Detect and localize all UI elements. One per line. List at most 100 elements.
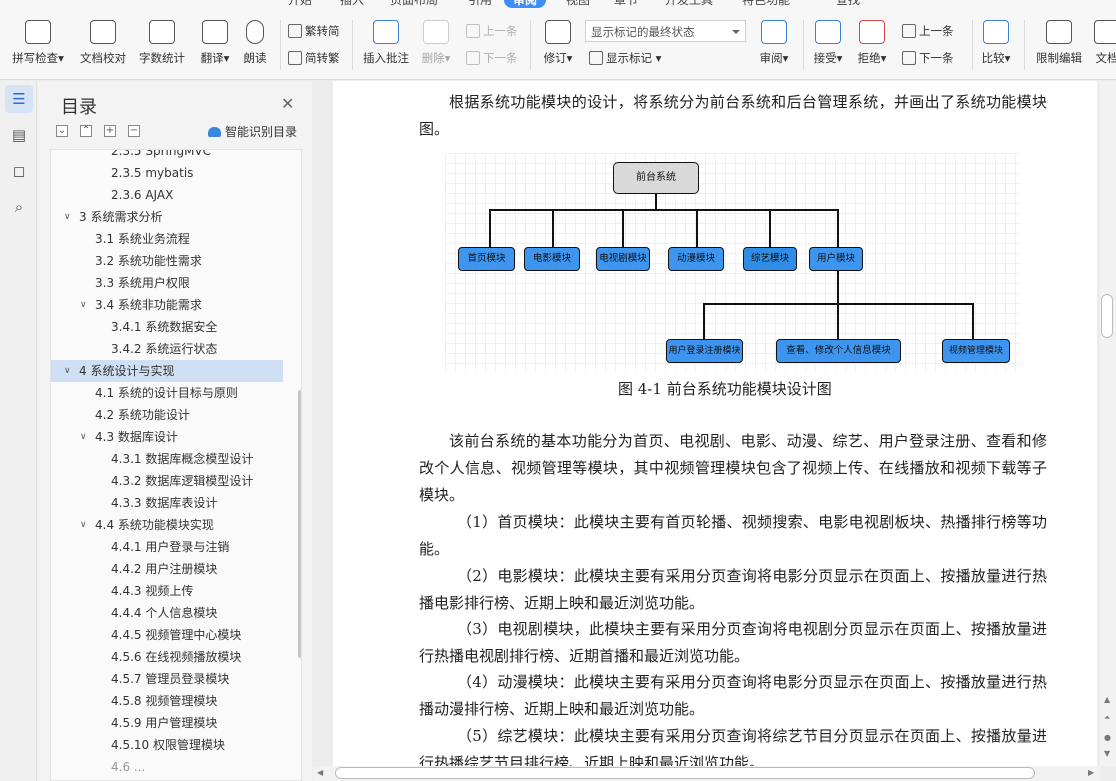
toc-item[interactable]: 3.1 系统业务流程: [51, 228, 283, 250]
toc-item[interactable]: 2.3.6 AJAX: [51, 184, 283, 206]
page-up-icon[interactable]: ▲: [1104, 695, 1110, 704]
vertical-scroll-thumb[interactable]: [1101, 294, 1113, 338]
toc-item[interactable]: 3.3 系统用户权限: [51, 272, 283, 294]
chevron-down-icon[interactable]: ∨: [64, 206, 71, 228]
tab-find[interactable]: 查找: [836, 0, 860, 8]
toc-item[interactable]: 4.4.2 用户注册模块: [51, 558, 283, 580]
select-object-icon[interactable]: ●: [1104, 733, 1111, 742]
separator: [1024, 20, 1025, 70]
markup-state-dropdown[interactable]: 显示标记的最终状态: [585, 20, 746, 42]
find-icon[interactable]: ⌕: [5, 193, 33, 221]
prev-comment-button[interactable]: 上一条: [466, 23, 518, 39]
simp-to-trad-button[interactable]: 简转繁: [288, 50, 340, 66]
horizontal-scrollbar[interactable]: ◀ ▶: [313, 766, 1100, 781]
read-aloud-button[interactable]: 朗读: [240, 20, 270, 72]
delete-comment-button[interactable]: 删除▾: [418, 20, 454, 72]
toc-item-selected[interactable]: ∨ 4 系统设计与实现: [51, 360, 283, 382]
close-icon[interactable]: ✕: [281, 94, 294, 113]
toc-item[interactable]: ∨ 4.4 系统功能模块实现: [51, 514, 283, 536]
toc-item[interactable]: 4.4.3 视频上传: [51, 580, 283, 602]
reject-icon: [859, 20, 885, 44]
chevron-down-icon[interactable]: ∨: [64, 360, 71, 382]
toc-item[interactable]: 4.5.9 用户管理模块: [51, 712, 283, 734]
connector-line: [696, 209, 698, 247]
chapter-icon[interactable]: ▤: [5, 121, 33, 149]
collapse-all-icon[interactable]: ⌄: [56, 125, 68, 137]
document-page[interactable]: 根据系统功能模块的设计，将系统分为前台系统和后台管理系统，并画出了系统功能模块图…: [333, 81, 1097, 766]
toc-title: 目录: [61, 97, 97, 118]
chevron-down-icon[interactable]: ∨: [80, 514, 87, 536]
review-button[interactable]: 审阅▾: [754, 20, 794, 72]
connector-line: [837, 271, 839, 304]
revise-button[interactable]: 修订▾: [538, 20, 578, 72]
toc-item[interactable]: 2.3.5 mybatis: [51, 162, 283, 184]
doc-proof-button[interactable]: 文档校对: [77, 20, 129, 72]
toc-scrollbar[interactable]: [298, 390, 301, 658]
tab-special[interactable]: 特色功能: [742, 0, 790, 8]
next-change-button[interactable]: 下一条: [902, 50, 954, 66]
toc-item[interactable]: 4.5.8 视频管理模块: [51, 690, 283, 712]
toc-item[interactable]: 4.2 系统功能设计: [51, 404, 283, 426]
ribbon-toolbar: 开始 插入 页面布局 引用 审阅 视图 章节 开发工具 特色功能 查找 拼写检查…: [0, 0, 1116, 80]
tab-developer[interactable]: 开发工具: [665, 0, 713, 8]
tab-review[interactable]: 审阅: [504, 0, 547, 8]
toc-item[interactable]: 4.3.3 数据库表设计: [51, 492, 283, 514]
comment-icon: [373, 20, 399, 44]
toc-item[interactable]: 3.4.1 系统数据安全: [51, 316, 283, 338]
toc-item[interactable]: 4.3.2 数据库逻辑模型设计: [51, 470, 283, 492]
toc-item[interactable]: 4.4.4 个人信息模块: [51, 602, 283, 624]
chevron-down-icon[interactable]: ∨: [80, 426, 87, 448]
translate-button[interactable]: 翻译▾: [195, 20, 235, 72]
toc-item[interactable]: 3.2 系统功能性需求: [51, 250, 283, 272]
restrict-edit-button[interactable]: 限制编辑: [1032, 20, 1086, 72]
toc-item[interactable]: 4.5.6 在线视频播放模块: [51, 646, 283, 668]
toc-item[interactable]: 4.3.1 数据库概念模型设计: [51, 448, 283, 470]
toc-icon[interactable]: ☰: [5, 85, 33, 113]
vertical-scrollbar[interactable]: ▲ ⏶ ● ▼: [1100, 81, 1116, 766]
spell-check-button[interactable]: 拼写检查▾: [8, 20, 68, 72]
scroll-left-icon[interactable]: ◀: [317, 768, 323, 777]
tab-chapter[interactable]: 章节: [614, 0, 638, 8]
accept-button[interactable]: 接受▾: [810, 20, 846, 72]
trad-to-simp-button[interactable]: 繁转简: [288, 23, 340, 39]
toc-item[interactable]: ∨ 3 系统需求分析: [51, 206, 283, 228]
add-heading-icon[interactable]: +: [104, 125, 116, 137]
compare-button[interactable]: 比较▾: [978, 20, 1014, 72]
toc-item[interactable]: 2.3.5 SpringMVC: [51, 150, 283, 162]
smart-toc-button[interactable]: 智能识别目录: [208, 123, 297, 140]
document-button[interactable]: 文档: [1092, 20, 1116, 72]
toc-item[interactable]: 4.1 系统的设计目标与原则: [51, 382, 283, 404]
connector-line: [655, 194, 657, 210]
word-count-button[interactable]: 字数统计: [136, 20, 188, 72]
prev-change-button[interactable]: 上一条: [902, 23, 954, 39]
toc-item[interactable]: 4.6 ...: [51, 756, 283, 778]
tab-view[interactable]: 视图: [566, 0, 590, 8]
page-up-icon[interactable]: ⏶: [1104, 713, 1110, 723]
toc-item[interactable]: 3.4.2 系统运行状态: [51, 338, 283, 360]
toc-item[interactable]: ∨ 3.4 系统非功能需求: [51, 294, 283, 316]
chevron-down-icon[interactable]: ∨: [80, 294, 87, 316]
show-markup-button[interactable]: 显示标记 ▾: [589, 50, 661, 66]
scroll-right-icon[interactable]: ▶: [1088, 768, 1094, 777]
tab-references[interactable]: 引用: [468, 0, 492, 8]
insert-comment-button[interactable]: 插入批注: [360, 20, 412, 72]
toc-item[interactable]: 4.5.10 权限管理模块: [51, 734, 283, 756]
reject-button[interactable]: 拒绝▾: [854, 20, 890, 72]
separator: [803, 20, 804, 70]
next-comment-button[interactable]: 下一条: [466, 50, 518, 66]
bookmark-icon[interactable]: ◻: [5, 157, 33, 185]
expand-all-icon[interactable]: ⌃: [80, 125, 92, 137]
toc-item[interactable]: 4.4.5 视频管理中心模块: [51, 624, 283, 646]
toc-item[interactable]: ∨ 4.3 数据库设计: [51, 426, 283, 448]
toc-item[interactable]: 4.5.7 管理员登录模块: [51, 668, 283, 690]
show-markup-icon: [589, 51, 603, 65]
page-down-icon[interactable]: ▼: [1104, 749, 1110, 758]
toc-item[interactable]: 4.4.1 用户登录与注销: [51, 536, 283, 558]
tab-start[interactable]: 开始: [288, 0, 312, 8]
remove-heading-icon[interactable]: −: [128, 125, 140, 137]
tab-insert[interactable]: 插入: [340, 0, 364, 8]
horizontal-scroll-thumb[interactable]: [335, 767, 1035, 779]
connector-line: [552, 209, 554, 247]
tab-page-layout[interactable]: 页面布局: [390, 0, 438, 8]
connector-line: [622, 209, 624, 247]
